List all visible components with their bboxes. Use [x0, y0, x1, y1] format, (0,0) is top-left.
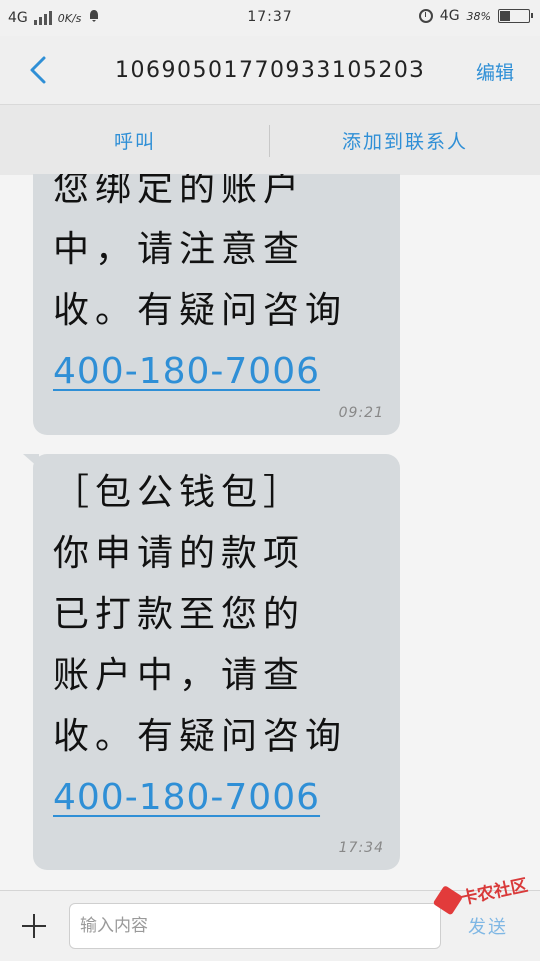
network-type-right: 4G — [439, 8, 460, 24]
page-title: 1069050177093310520З — [114, 58, 426, 83]
phone-link[interactable]: 400-180-7006 — [53, 351, 320, 392]
alarm-icon — [418, 9, 433, 23]
send-button[interactable]: 发送 — [468, 913, 508, 939]
message-line: 账户中，请查 — [53, 655, 306, 696]
message-line: 您绑定的账户 — [53, 174, 306, 209]
status-bar: 4G 0K/s 17:37 4G 38% — [0, 0, 540, 36]
message-line: 收。有疑问咨询 — [53, 716, 348, 757]
message-bubble[interactable]: 您绑定的账户 中，请注意查 收。有疑问咨询 400-180-7006 09:21 — [33, 174, 400, 435]
message-time: 17:34 — [338, 840, 384, 856]
battery-fill — [500, 11, 510, 21]
phone-link[interactable]: 400-180-7006 — [53, 777, 320, 818]
message-input[interactable] — [69, 903, 441, 949]
message-list[interactable]: 您绑定的账户 中，请注意查 收。有疑问咨询 400-180-7006 09:21… — [0, 174, 540, 890]
call-button[interactable]: 呼叫 — [0, 105, 270, 175]
message-time: 09:21 — [338, 405, 384, 421]
edit-button[interactable]: 编辑 — [476, 58, 514, 85]
battery-icon — [498, 9, 533, 23]
message-line: ［包公钱包］ — [53, 472, 306, 513]
message-line: 收。有疑问咨询 — [53, 290, 348, 331]
contact-actions: 呼叫 添加到联系人 — [0, 104, 540, 175]
message-line: 你申请的款项 — [53, 533, 306, 574]
message-line: 中，请注意查 — [53, 229, 306, 270]
bubble-tail — [23, 454, 39, 468]
conversation-header: 1069050177093310520З 编辑 — [0, 36, 540, 104]
message-line: 已打款至您的 — [53, 594, 306, 635]
battery-percent: 38% — [466, 9, 491, 23]
add-contact-button[interactable]: 添加到联系人 — [270, 105, 540, 175]
add-attachment-button[interactable] — [18, 911, 50, 943]
message-bubble[interactable]: ［包公钱包］ 你申请的款项 已打款至您的 账户中，请查 收。有疑问咨询 400-… — [23, 454, 400, 870]
